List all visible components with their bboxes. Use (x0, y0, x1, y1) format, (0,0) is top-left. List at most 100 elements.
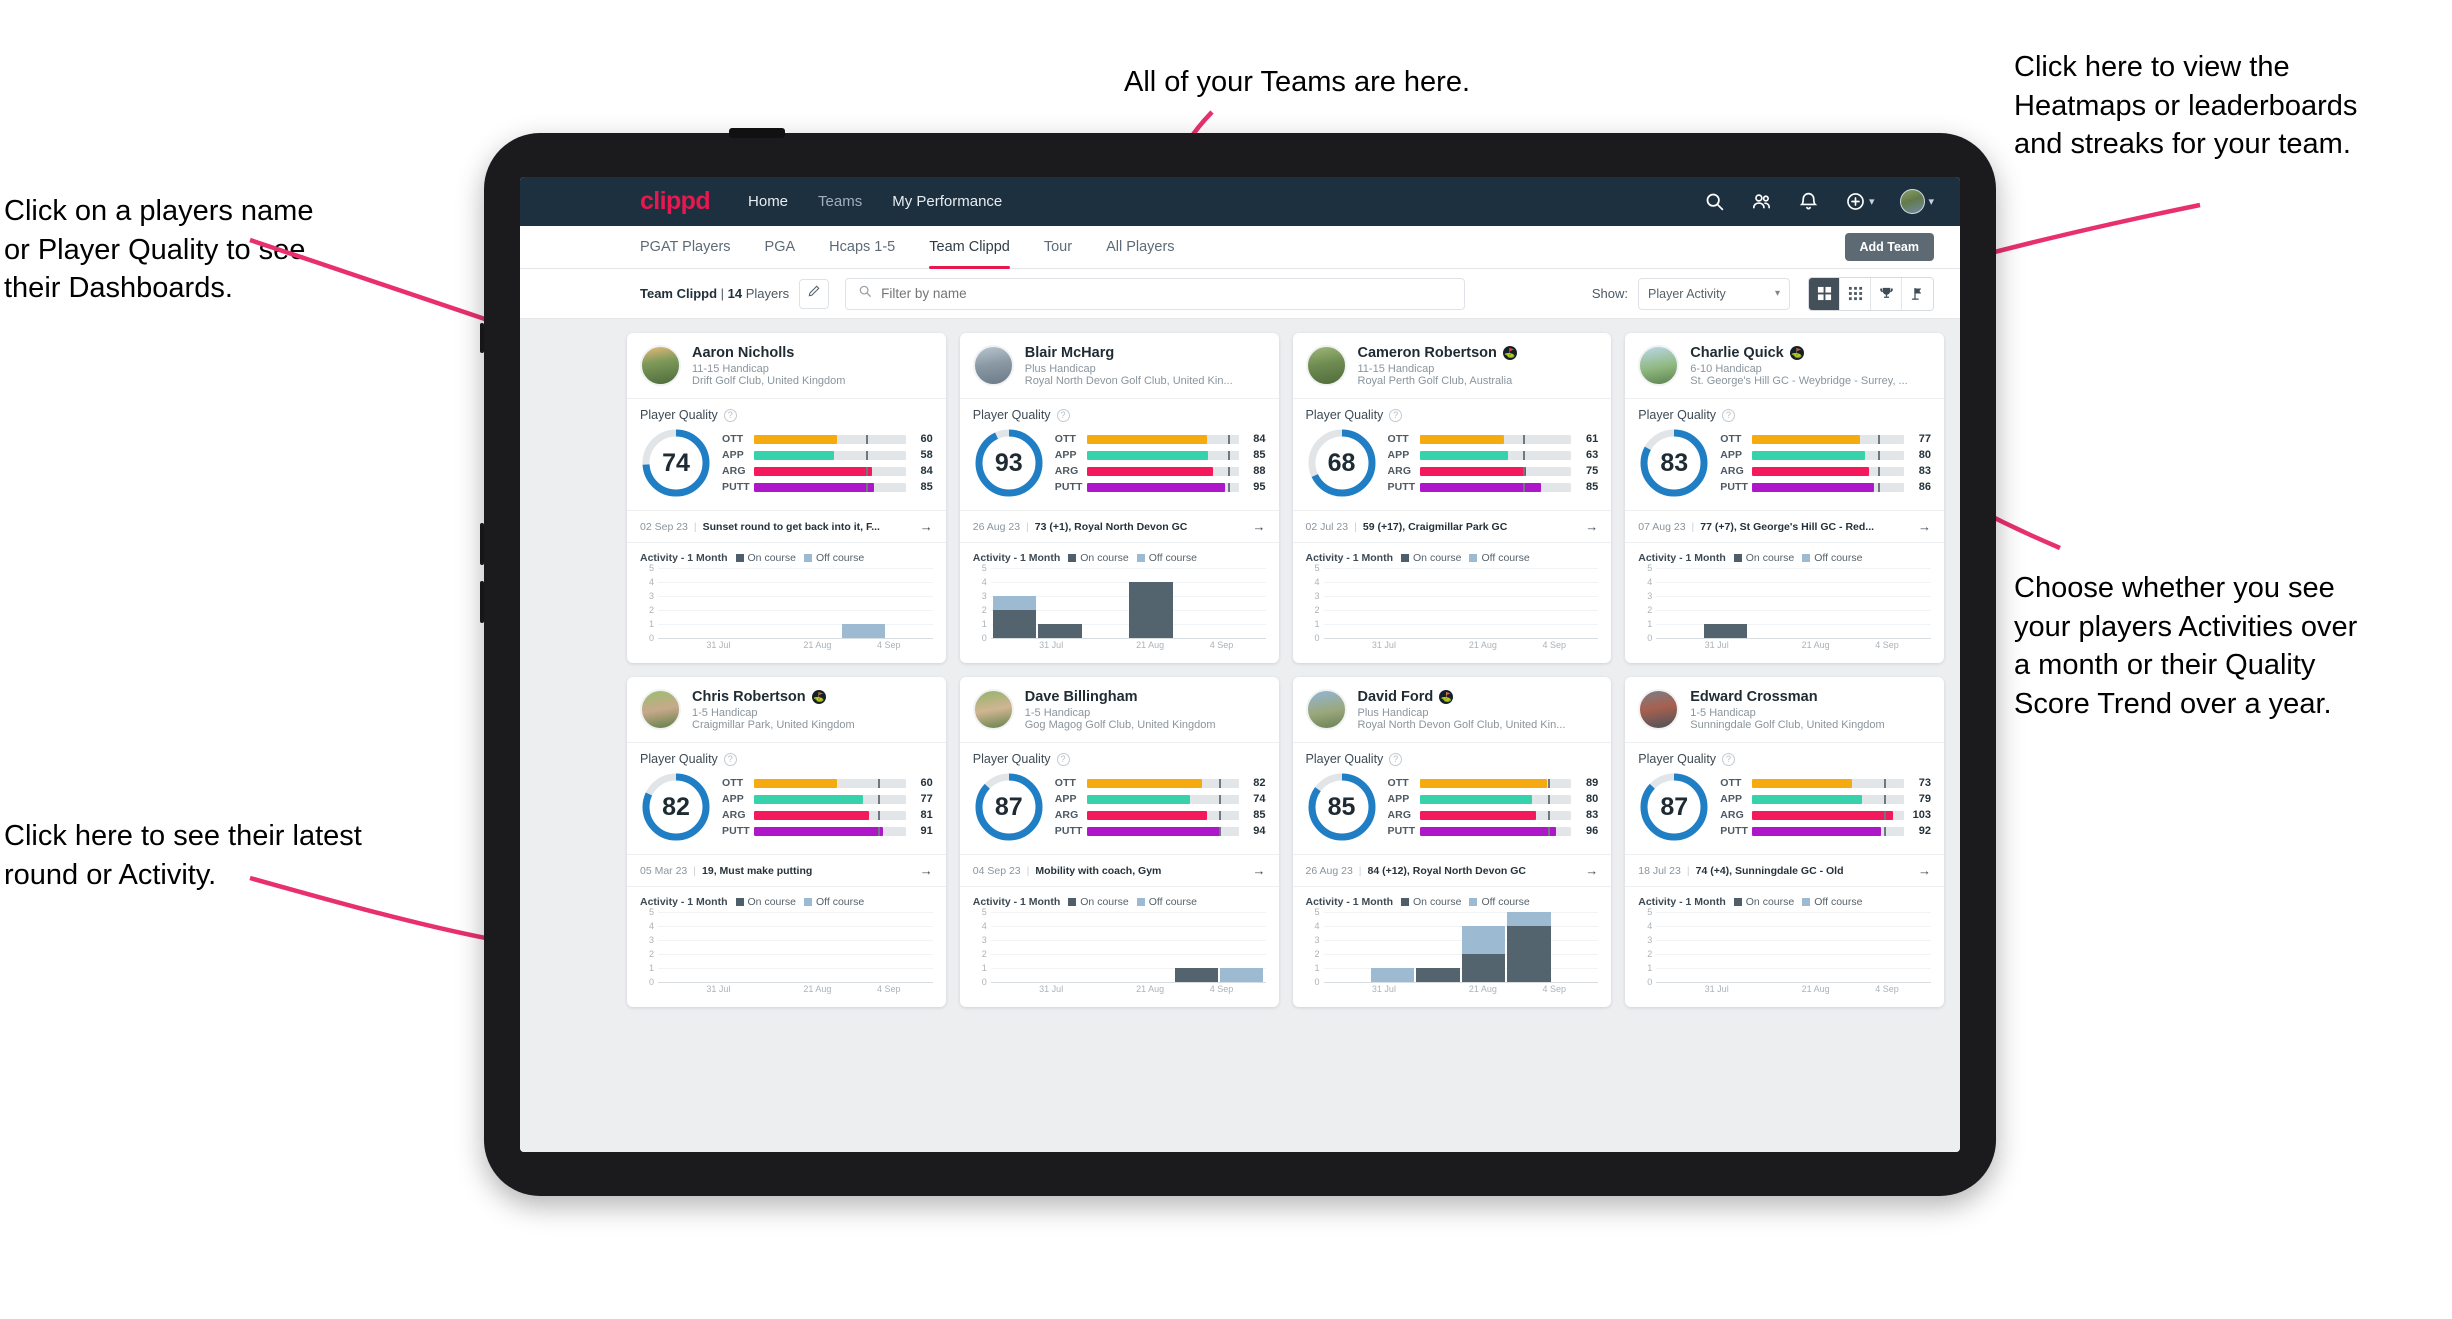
player-quality-body[interactable]: 83 OTT 77 APP 80 ARG 83 PUTT 86 (1625, 425, 1944, 510)
avatar[interactable] (640, 345, 681, 386)
latest-round-row[interactable]: 02 Jul 23 | 59 (+17), Craigmillar Park GC → (1292, 510, 1612, 543)
tab-pgat-players[interactable]: PGAT Players (640, 226, 731, 269)
avatar[interactable] (972, 689, 1014, 730)
arrow-right-icon[interactable]: → (1918, 519, 1931, 534)
help-icon[interactable]: ? (723, 408, 737, 422)
quality-score-ring[interactable]: 87 (973, 771, 1045, 843)
avatar[interactable] (1900, 189, 1926, 214)
help-icon[interactable]: ? (1722, 752, 1736, 766)
latest-round-row[interactable]: 18 Jul 23 | 74 (+4), Sunningdale GC - Old → (1625, 854, 1944, 887)
help-icon[interactable]: ? (1056, 752, 1070, 766)
quality-score-ring[interactable]: 82 (640, 771, 712, 843)
player-quality-body[interactable]: 87 OTT 82 APP 74 ARG 85 PUTT 94 (960, 769, 1279, 854)
quality-score-ring[interactable]: 74 (640, 427, 712, 499)
tab-team-clippd[interactable]: Team Clippd (929, 226, 1010, 269)
help-icon[interactable]: ? (1389, 752, 1403, 766)
player-card[interactable]: David Ford ⛳ Plus Handicap Royal North Devo… (1292, 677, 1612, 1007)
search-input[interactable] (881, 286, 1453, 301)
latest-round-row[interactable]: 02 Sep 23 | Sunset round to get back into … (627, 510, 946, 543)
player-quality-body[interactable]: 85 OTT 89 APP 80 ARG 83 PUTT 96 (1293, 769, 1612, 854)
tab-tour[interactable]: Tour (1044, 226, 1072, 269)
player-quality-body[interactable]: 74 OTT 60 APP 58 ARG 84 PUTT 85 (627, 425, 946, 510)
arrow-right-icon[interactable]: → (920, 519, 933, 534)
player-quality-body[interactable]: 87 OTT 73 APP 79 ARG 103 PUTT 92 (1625, 769, 1944, 854)
grid-small-icon[interactable] (1840, 277, 1871, 310)
player-card-header[interactable]: Charlie Quick ⛳ 6-10 Handicap St. George's … (1625, 333, 1944, 398)
player-card[interactable]: Dave Billingham 1-5 Handicap Gog Magog Gol… (959, 677, 1279, 1007)
latest-round-row[interactable]: 26 Aug 23 | 73 (+1), Royal North Devon GC → (959, 510, 1279, 543)
help-icon[interactable]: ? (1056, 408, 1070, 422)
latest-round-row[interactable]: 05 Mar 23 | 19, Must make putting → (627, 854, 946, 887)
bell-icon[interactable] (1798, 191, 1819, 212)
player-card[interactable]: Blair McHarg Plus Handicap Royal North Dev… (959, 333, 1279, 663)
user-menu[interactable]: ▾ (1900, 189, 1934, 214)
add-team-button[interactable]: Add Team (1844, 233, 1934, 261)
player-quality-body[interactable]: 68 OTT 61 APP 63 ARG 75 PUTT 85 (1293, 425, 1612, 510)
help-icon[interactable]: ? (1389, 408, 1403, 422)
player-name[interactable]: Chris Robertson ⛳ (692, 689, 855, 705)
quality-score-ring[interactable]: 93 (973, 427, 1045, 499)
show-select[interactable]: Player Activity ▾ (1638, 277, 1790, 310)
player-name[interactable]: Dave Billingham (1025, 689, 1216, 705)
player-card-header[interactable]: Blair McHarg Plus Handicap Royal North Dev… (960, 333, 1279, 398)
quality-score-ring[interactable]: 85 (1306, 771, 1378, 843)
player-card-header[interactable]: Dave Billingham 1-5 Handicap Gog Magog Gol… (960, 677, 1279, 742)
search-icon[interactable] (1704, 191, 1725, 212)
latest-round-row[interactable]: 04 Sep 23 | Mobility with coach, Gym → (959, 854, 1279, 887)
arrow-right-icon[interactable]: → (1585, 519, 1598, 534)
edit-team-button[interactable] (799, 278, 830, 309)
player-name[interactable]: Edward Crossman (1690, 689, 1884, 705)
player-card-header[interactable]: Edward Crossman 1-5 Handicap Sunningdale G… (1625, 677, 1944, 742)
search-box[interactable] (845, 277, 1466, 310)
avatar[interactable] (1638, 345, 1680, 386)
tab-pga[interactable]: PGA (765, 226, 796, 269)
clippd-logo[interactable]: clippd (640, 187, 711, 216)
help-icon[interactable]: ? (1722, 408, 1736, 422)
nav-link-teams[interactable]: Teams (818, 193, 862, 210)
player-name[interactable]: David Ford ⛳ (1358, 689, 1566, 705)
player-card-header[interactable]: David Ford ⛳ Plus Handicap Royal North Devo… (1293, 677, 1612, 742)
player-card[interactable]: Aaron Nicholls 11-15 Handicap Drift Golf C… (627, 333, 946, 663)
player-card[interactable]: Charlie Quick ⛳ 6-10 Handicap St. George's … (1625, 333, 1944, 663)
player-name[interactable]: Blair McHarg (1025, 345, 1233, 361)
flag-icon[interactable] (1902, 277, 1933, 310)
avatar[interactable] (1305, 345, 1347, 386)
help-icon[interactable]: ? (723, 752, 737, 766)
quality-score-ring[interactable]: 87 (1638, 771, 1710, 843)
avatar[interactable] (1305, 689, 1347, 730)
arrow-right-icon[interactable]: → (1585, 863, 1598, 878)
arrow-right-icon[interactable]: → (920, 863, 933, 878)
arrow-right-icon[interactable]: → (1918, 863, 1931, 878)
player-name[interactable]: Charlie Quick ⛳ (1690, 345, 1907, 361)
avatar[interactable] (972, 345, 1014, 386)
player-card-header[interactable]: Aaron Nicholls 11-15 Handicap Drift Golf C… (627, 333, 946, 398)
add-menu[interactable]: ▾ (1845, 191, 1874, 212)
quality-score-ring[interactable]: 83 (1638, 427, 1710, 499)
player-quality-body[interactable]: 82 OTT 60 APP 77 ARG 81 PUTT 91 (627, 769, 946, 854)
quality-score-ring[interactable]: 68 (1306, 427, 1378, 499)
people-icon[interactable] (1751, 191, 1772, 212)
player-card[interactable]: Edward Crossman 1-5 Handicap Sunningdale G… (1625, 677, 1944, 1007)
latest-round-row[interactable]: 07 Aug 23 | 77 (+7), St George's Hill GC -… (1625, 510, 1944, 543)
latest-round-row[interactable]: 26 Aug 23 | 84 (+12), Royal North Devon GC… (1292, 854, 1612, 887)
nav-link-my-performance[interactable]: My Performance (892, 193, 1002, 210)
nav-link-home[interactable]: Home (748, 193, 788, 210)
avatar[interactable] (640, 689, 681, 730)
player-card-header[interactable]: Chris Robertson ⛳ 1-5 Handicap Craigmillar … (627, 677, 946, 742)
grid-large-icon[interactable] (1809, 277, 1840, 310)
round-description: 73 (+1), Royal North Devon GC (1034, 520, 1188, 533)
tab-hcaps-1-5[interactable]: Hcaps 1-5 (829, 226, 895, 269)
trophy-icon[interactable] (1871, 277, 1902, 310)
avatar[interactable] (1638, 689, 1680, 730)
player-card-header[interactable]: Cameron Robertson ⛳ 11-15 Handicap Royal Pe… (1293, 333, 1612, 398)
tab-all-players[interactable]: All Players (1106, 226, 1175, 269)
arrow-right-icon[interactable]: → (1253, 519, 1266, 534)
arrow-right-icon[interactable]: → (1253, 863, 1266, 878)
metric-label: ARG (1720, 809, 1744, 821)
player-quality-body[interactable]: 93 OTT 84 APP 85 ARG 88 PUTT 95 (960, 425, 1279, 510)
plus-circle-icon[interactable] (1845, 191, 1866, 212)
player-name[interactable]: Cameron Robertson ⛳ (1358, 345, 1517, 361)
player-name[interactable]: Aaron Nicholls (692, 345, 845, 361)
player-card[interactable]: Chris Robertson ⛳ 1-5 Handicap Craigmillar … (627, 677, 946, 1007)
player-card[interactable]: Cameron Robertson ⛳ 11-15 Handicap Royal Pe… (1292, 333, 1612, 663)
